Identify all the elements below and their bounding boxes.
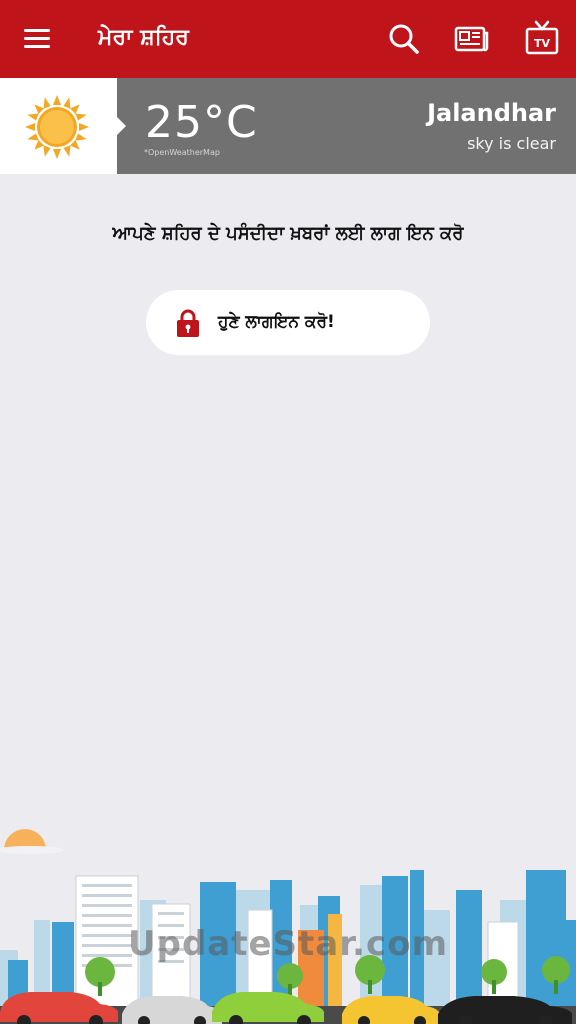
lock-icon <box>176 308 200 338</box>
newspaper-icon[interactable] <box>451 19 491 59</box>
weather-condition: sky is clear <box>467 134 556 153</box>
sun-icon <box>25 95 89 159</box>
svg-text:TV: TV <box>534 37 551 50</box>
tv-icon[interactable]: TV <box>522 19 562 59</box>
login-button-label: ਹੁਣੇ ਲਾਗਇਨ ਕਰੋ! <box>218 312 335 332</box>
app-screen: ਮੇਰਾ ਸ਼ਹਿਰ TV 25°C *OpenWeatherMap Jalan… <box>0 0 576 1024</box>
login-button[interactable]: ਹੁਣੇ ਲਾਗਇਨ ਕਰੋ! <box>146 290 430 355</box>
watermark: UpdateStar.com <box>128 924 448 964</box>
menu-icon[interactable] <box>18 22 58 56</box>
search-icon[interactable] <box>384 19 424 59</box>
app-title: ਮੇਰਾ ਸ਼ਹਿਰ <box>98 25 189 50</box>
weather-widget[interactable]: 25°C *OpenWeatherMap Jalandhar sky is cl… <box>0 78 576 174</box>
weather-provider: *OpenWeatherMap <box>144 148 220 157</box>
login-prompt: ਆਪਣੇ ਸ਼ਹਿਰ ਦੇ ਪਸੰਦੀਦਾ ਖ਼ਬਰਾਂ ਲਈ ਲਾਗ ਇਨ ਕ… <box>112 223 464 244</box>
city-name: Jalandhar <box>427 99 556 127</box>
weather-icon-box <box>0 78 126 174</box>
temperature: 25°C <box>145 97 258 148</box>
city-skyline-illustration <box>0 810 576 1024</box>
app-bar: ਮੇਰਾ ਸ਼ਹਿਰ TV <box>0 0 576 78</box>
